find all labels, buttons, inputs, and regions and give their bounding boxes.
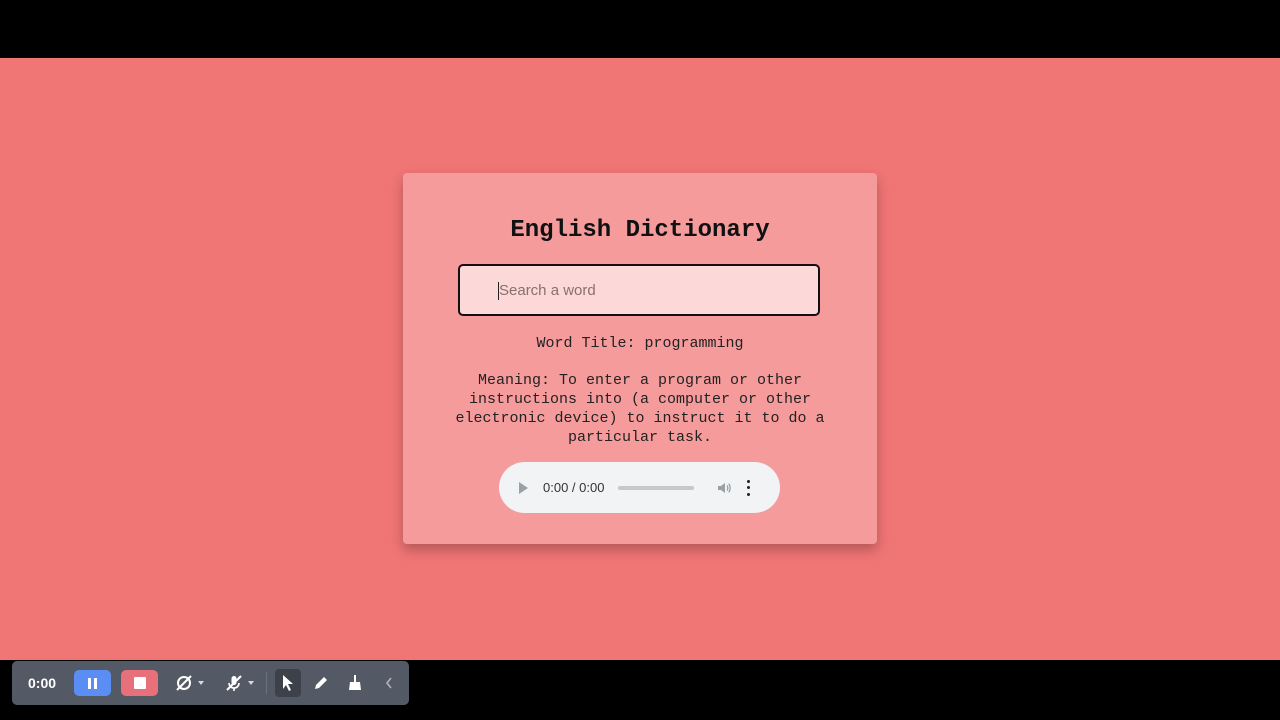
toolbar-divider bbox=[266, 672, 267, 694]
cursor-icon bbox=[283, 675, 293, 691]
mic-off-icon bbox=[226, 675, 242, 691]
pause-button[interactable] bbox=[74, 670, 111, 696]
pen-icon bbox=[315, 677, 327, 689]
clear-tool-button[interactable] bbox=[343, 671, 367, 695]
camera-off-icon bbox=[176, 675, 192, 691]
camera-toggle-button[interactable] bbox=[172, 671, 196, 695]
dictionary-card: English Dictionary Word Title: programmi… bbox=[403, 173, 877, 544]
chevron-left-icon bbox=[385, 677, 392, 689]
camera-dropdown-caret[interactable] bbox=[198, 681, 204, 685]
select-tool-button[interactable] bbox=[275, 669, 301, 697]
play-icon[interactable] bbox=[519, 481, 528, 494]
audio-progress-slider[interactable] bbox=[618, 485, 695, 490]
volume-icon[interactable] bbox=[716, 480, 732, 496]
word-meaning: Meaning: To enter a program or other ins… bbox=[455, 372, 825, 446]
mic-toggle-button[interactable] bbox=[222, 671, 246, 695]
recording-toolbar: 0:00 bbox=[12, 661, 409, 705]
pause-icon bbox=[88, 677, 91, 689]
word-title: Word Title: programming bbox=[536, 335, 744, 352]
audio-time: 0:00 / 0:00 bbox=[543, 480, 605, 495]
pen-tool-button[interactable] bbox=[309, 671, 333, 695]
text-caret bbox=[498, 282, 499, 300]
search-box[interactable] bbox=[458, 264, 820, 316]
page-title: English Dictionary bbox=[510, 217, 770, 244]
search-input[interactable] bbox=[460, 266, 818, 314]
more-options-icon[interactable] bbox=[746, 479, 750, 496]
stop-button[interactable] bbox=[121, 670, 158, 696]
mic-dropdown-caret[interactable] bbox=[248, 681, 254, 685]
page-background: English Dictionary Word Title: programmi… bbox=[0, 58, 1280, 705]
recording-timer: 0:00 bbox=[28, 675, 57, 691]
collapse-toolbar-button[interactable] bbox=[377, 671, 401, 695]
broom-icon bbox=[349, 675, 361, 690]
audio-player[interactable]: 0:00 / 0:00 bbox=[499, 462, 780, 513]
stop-icon bbox=[133, 677, 146, 689]
